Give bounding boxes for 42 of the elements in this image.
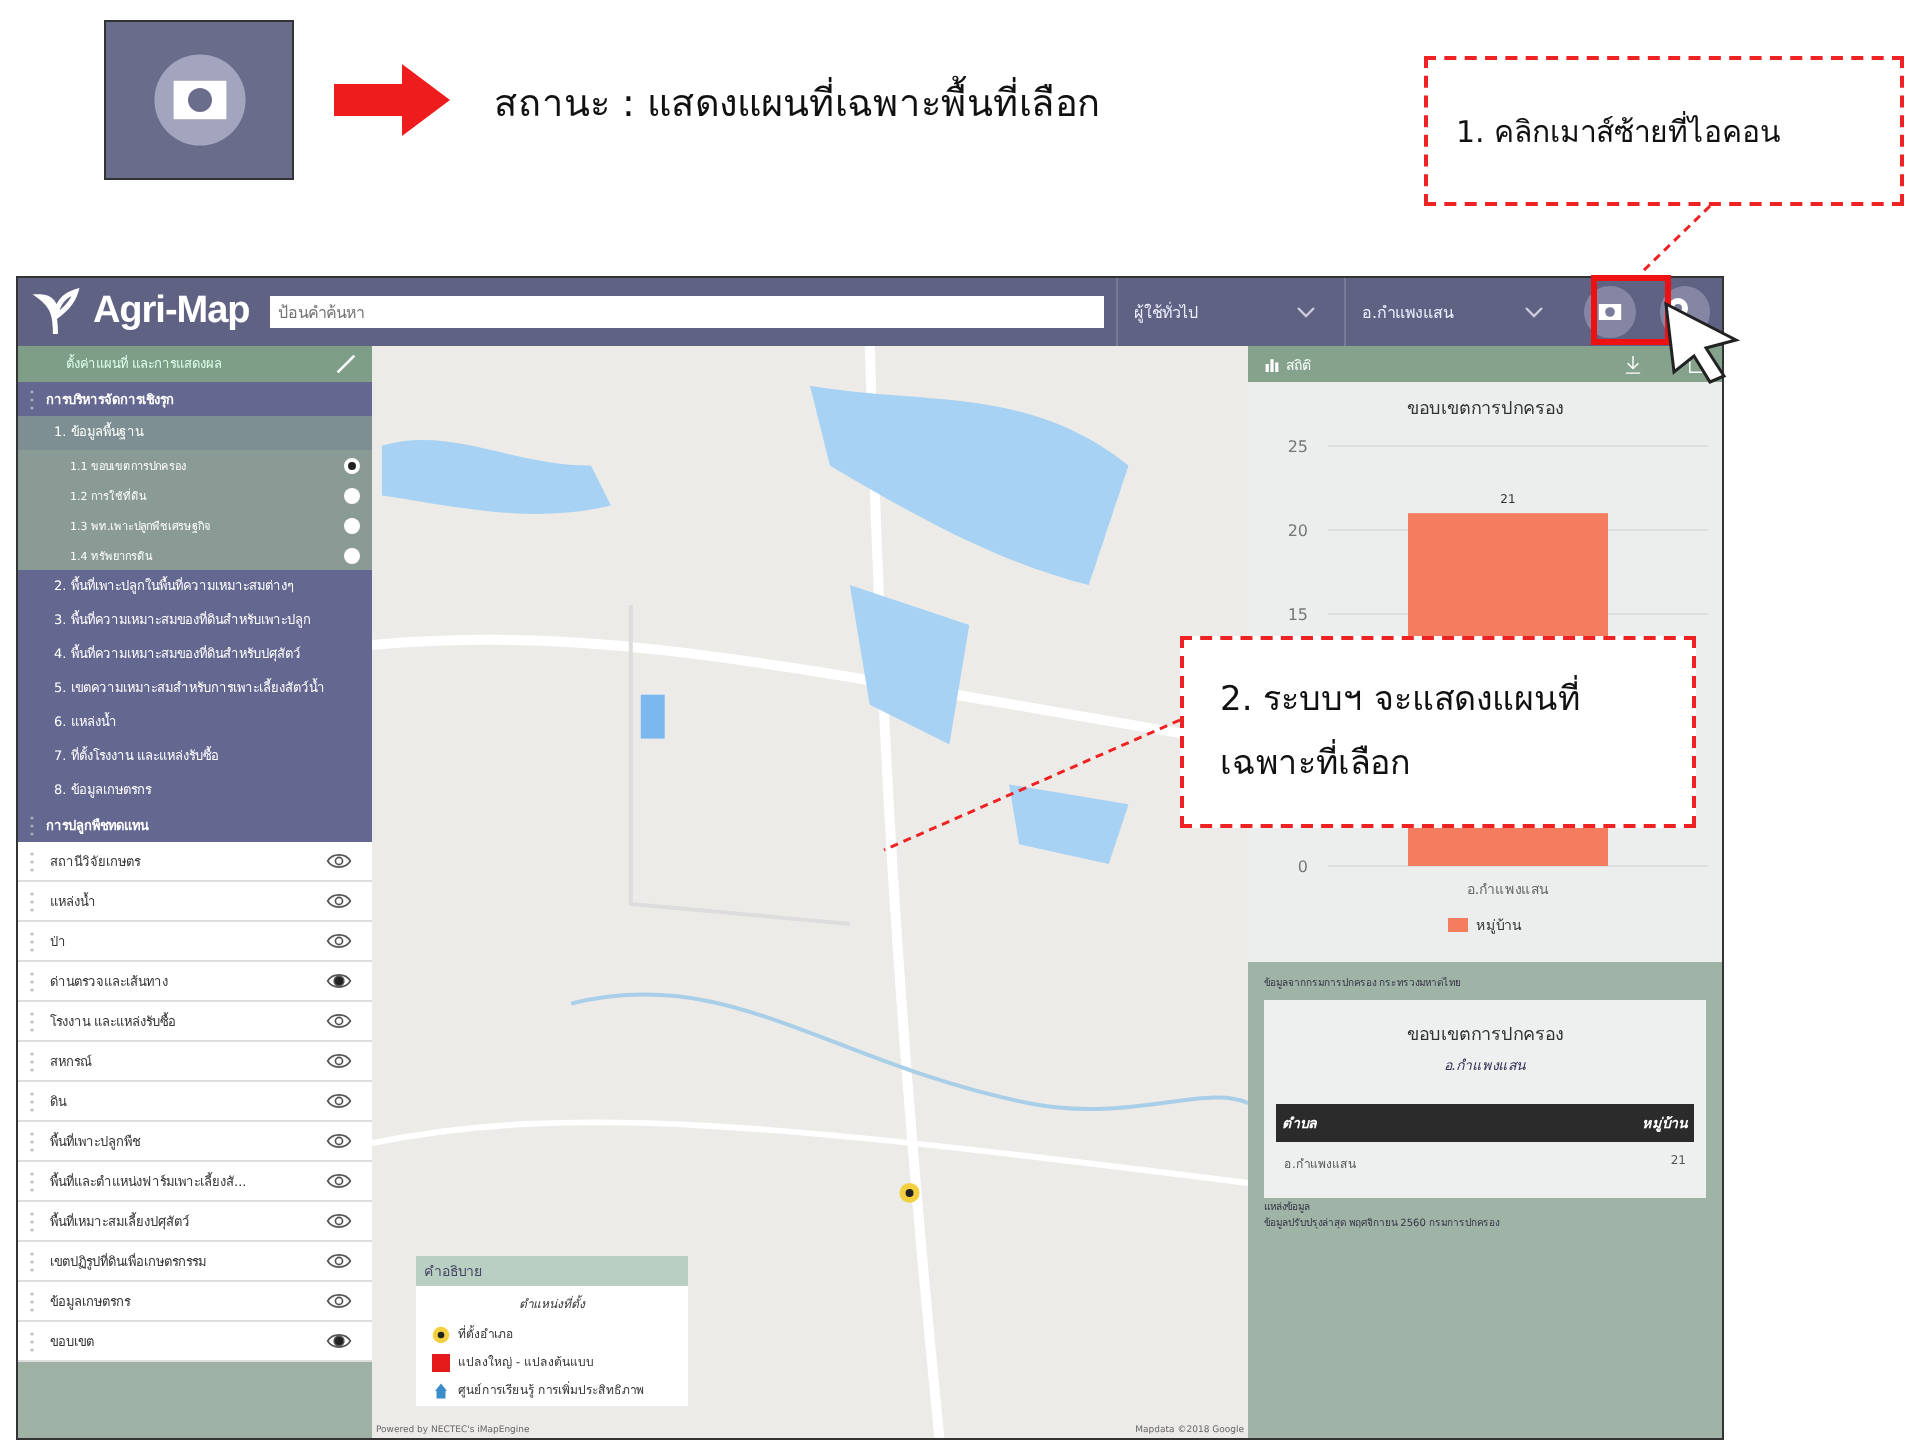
bar-chart-icon (1264, 356, 1280, 372)
marker-icon (432, 1325, 450, 1343)
eye-icon[interactable] (326, 1212, 352, 1230)
search-field[interactable]: ป้อนคำค้นหา (269, 296, 1104, 328)
radio-button[interactable] (344, 487, 360, 503)
sprout-icon (30, 286, 81, 338)
axis-tick-label: 0 (1297, 858, 1308, 876)
arrow-icon (334, 60, 454, 140)
app-title: Agri-Map (92, 290, 250, 334)
axis-tick-label: 20 (1287, 522, 1308, 540)
callout-text: 2. ระบบฯ จะแสดงแผนที่ เฉพาะที่เลือก (1220, 673, 1581, 788)
eye-icon[interactable] (326, 892, 352, 910)
radio-button[interactable] (344, 457, 360, 473)
highlight-frame (1591, 275, 1671, 345)
axis-tick-label: 25 (1287, 438, 1308, 456)
eye-icon[interactable] (326, 1052, 352, 1070)
callout-text: 1. คลิกเมาส์ซ้ายที่ไอคอน (1456, 109, 1781, 153)
house-icon (432, 1381, 450, 1399)
status-text: สถานะ : แสดงแผนที่เฉพาะพื้นที่เลือก (494, 72, 1101, 132)
radio-button[interactable] (344, 517, 360, 533)
eye-icon[interactable] (326, 972, 352, 990)
eye-icon[interactable] (326, 852, 352, 870)
eye-icon[interactable] (326, 1292, 352, 1310)
chevron-icon (1524, 306, 1545, 318)
eye-icon[interactable] (326, 1172, 352, 1190)
legend-swatch (1448, 918, 1468, 932)
square-icon (432, 1353, 450, 1371)
check-icon (336, 354, 356, 374)
eye-icon[interactable] (326, 1012, 352, 1030)
eye-icon[interactable] (326, 1332, 352, 1350)
eye-icon[interactable] (326, 1252, 352, 1270)
eye-icon[interactable] (326, 1092, 352, 1110)
axis-tick-label: 15 (1287, 606, 1308, 624)
chart-title: ขอบเขตการปกครอง (1407, 398, 1563, 422)
radio-button[interactable] (344, 547, 360, 563)
cursor-icon (1664, 301, 1741, 384)
download-icon[interactable] (1624, 355, 1642, 373)
eye-icon[interactable] (326, 932, 352, 950)
eye-icon[interactable] (326, 1132, 352, 1150)
camera-icon (151, 52, 247, 148)
card-title: ขอบเขตการปกครอง (1405, 1024, 1565, 1048)
chevron-icon (1296, 306, 1317, 318)
